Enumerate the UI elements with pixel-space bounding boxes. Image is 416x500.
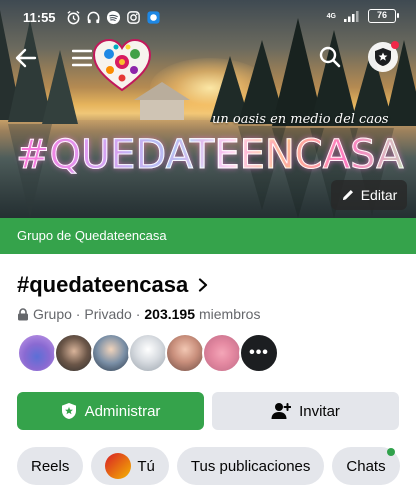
chip-chats[interactable]: Chats: [332, 447, 400, 485]
chevron-right-icon: [199, 278, 208, 292]
arrow-left-icon: [15, 48, 37, 68]
cover-slogan: un oasis en medio del caos: [212, 112, 389, 127]
folk-heart-logo: [92, 38, 152, 92]
app-notification-icon: [147, 11, 160, 24]
group-parent-label: Grupo de Quedateencasa: [17, 228, 167, 243]
search-icon: [319, 46, 341, 68]
status-bar: 11:55 4G 76: [0, 0, 416, 34]
member-avatar[interactable]: [202, 333, 242, 373]
shield-star-icon: [375, 48, 391, 66]
signal-icon: [344, 11, 359, 22]
member-avatars[interactable]: •••: [17, 333, 279, 373]
member-avatar[interactable]: [165, 333, 205, 373]
chats-new-dot: [386, 448, 395, 456]
member-avatar[interactable]: [91, 333, 131, 373]
invite-label: Invitar: [299, 402, 340, 420]
chip-reels-label: Reels: [31, 457, 70, 475]
chip-reels[interactable]: Reels: [17, 447, 84, 485]
chip-your-posts-label: Tus publicaciones: [190, 457, 311, 475]
spotify-icon: [106, 10, 121, 25]
pencil-icon: [342, 190, 353, 200]
member-avatar[interactable]: [17, 333, 57, 373]
user-avatar: [105, 453, 132, 479]
admin-tools-button[interactable]: [368, 41, 399, 72]
member-count: 203.195: [144, 306, 195, 322]
headphones-icon: [87, 11, 100, 24]
invite-button[interactable]: Invitar: [212, 392, 399, 430]
instagram-icon: [127, 11, 140, 24]
filter-chips: Reels Tú Tus publicaciones Chats: [17, 447, 400, 485]
member-suffix: miembros: [198, 306, 261, 322]
chip-your-posts[interactable]: Tus publicaciones: [176, 447, 325, 485]
back-button[interactable]: [12, 44, 40, 72]
chip-chats-label: Chats: [346, 457, 386, 475]
add-person-icon: [271, 403, 292, 419]
more-members-button[interactable]: •••: [239, 333, 279, 373]
chip-you[interactable]: Tú: [91, 447, 169, 485]
status-time: 11:55: [23, 10, 56, 25]
group-privacy: Grupo · Privado ·: [33, 306, 141, 322]
edit-cover-button[interactable]: Editar: [331, 180, 407, 210]
shield-star-icon: [61, 403, 76, 419]
network-type: 4G: [326, 12, 336, 20]
manage-button[interactable]: Administrar: [17, 392, 204, 430]
group-parent-link[interactable]: Grupo de Quedateencasa: [0, 218, 416, 254]
chip-you-label: Tú: [137, 457, 155, 475]
edit-cover-label: Editar: [360, 187, 398, 203]
alarm-icon: [67, 10, 80, 25]
group-title: #quedateencasa: [17, 272, 189, 297]
cover-photo[interactable]: 11:55 4G 76 un oasis en medio del caos #…: [0, 0, 416, 218]
group-title-row[interactable]: #quedateencasa: [17, 272, 210, 298]
search-button[interactable]: [316, 43, 344, 71]
hamburger-icon: [72, 49, 92, 67]
manage-label: Administrar: [84, 402, 161, 420]
notification-dot: [391, 41, 399, 49]
member-avatar[interactable]: [128, 333, 168, 373]
battery-indicator: 76: [368, 9, 399, 23]
group-meta: Grupo · Privado · 203.195 miembros: [17, 306, 260, 322]
lock-icon: [18, 307, 28, 320]
member-avatar[interactable]: [54, 333, 94, 373]
cover-hashtag-art: #QUEDATEENCASA: [16, 132, 405, 179]
